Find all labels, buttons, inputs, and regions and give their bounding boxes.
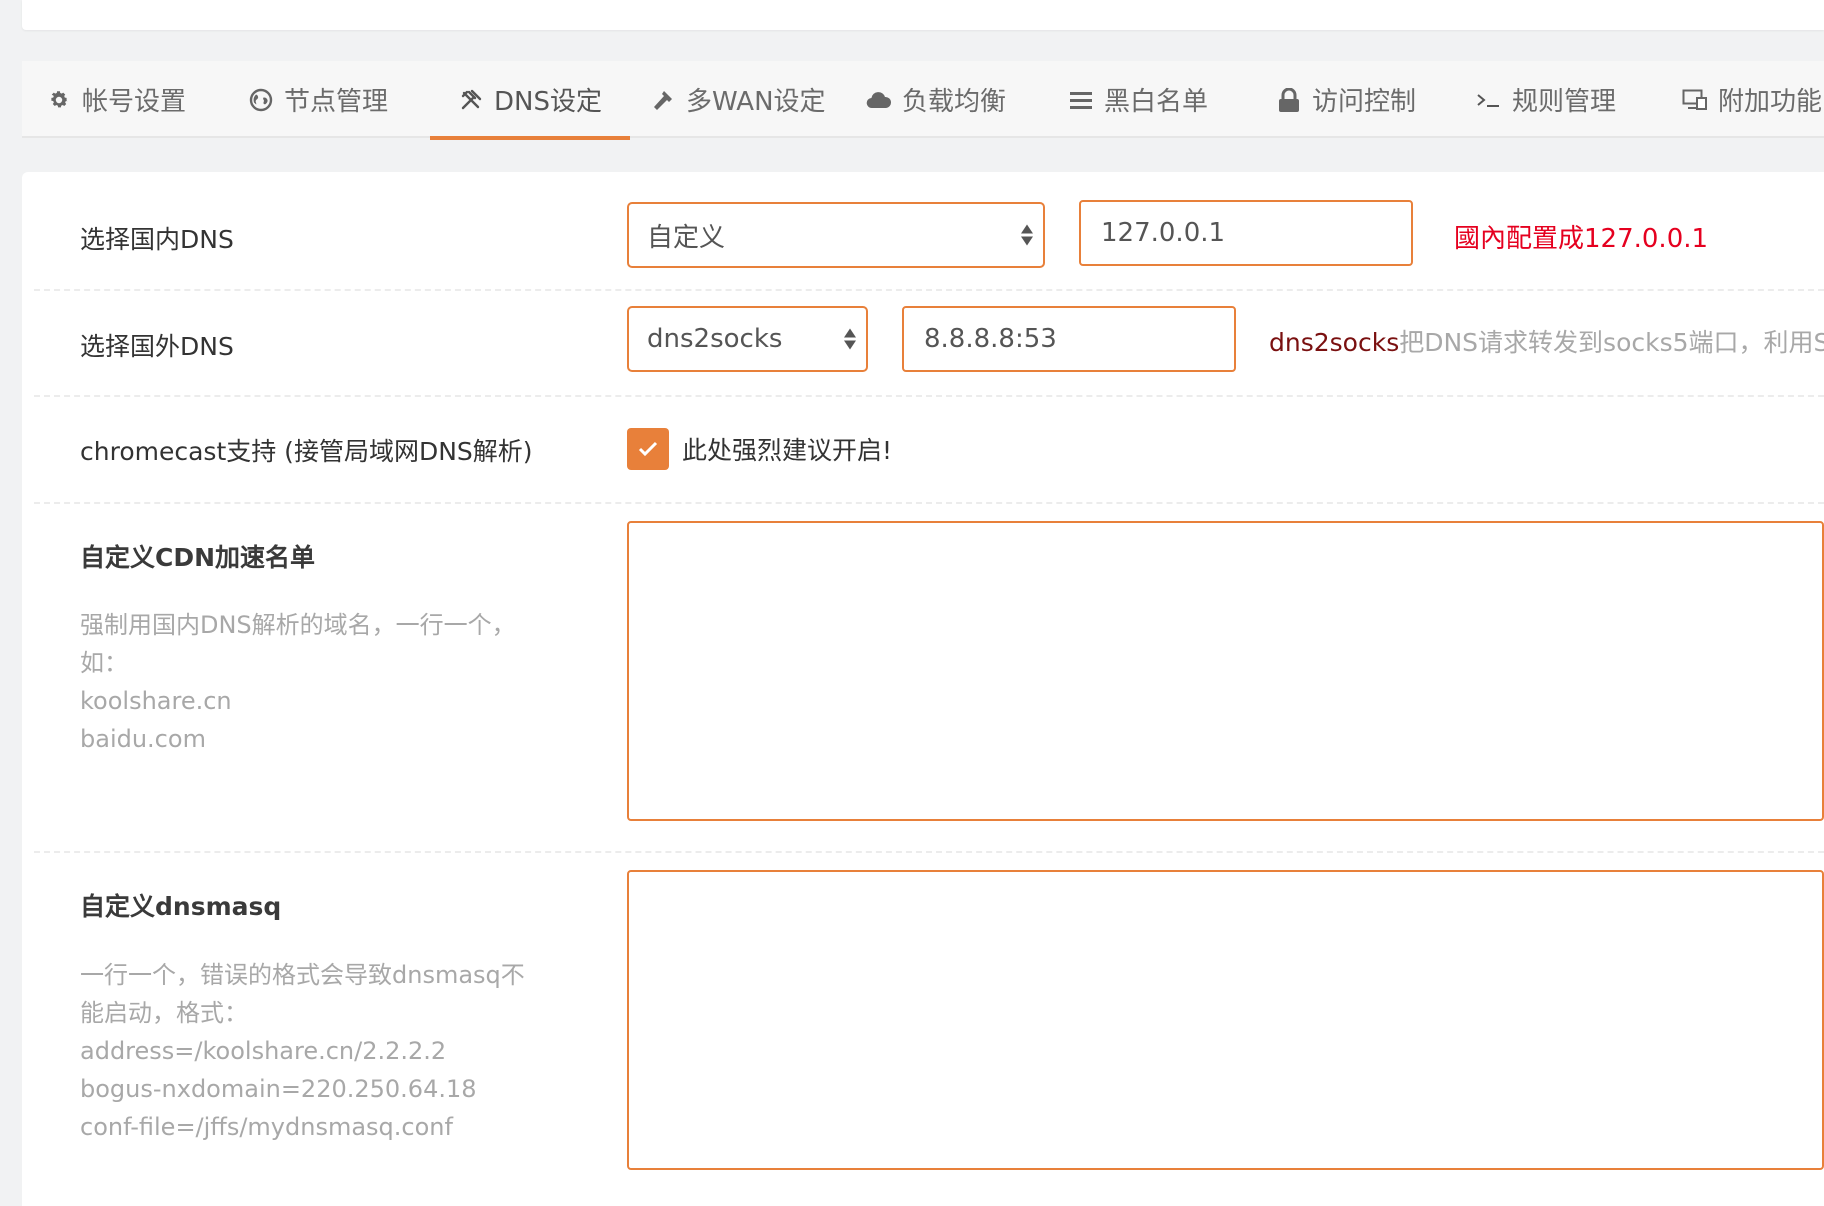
foreign-dns-note-prefix: dns2socks [1269, 328, 1400, 357]
chromecast-label: chromecast支持 (接管局域网DNS解析) [80, 437, 533, 466]
tab-extra-features[interactable]: 附加功能 [1682, 61, 1822, 138]
hint-line: 如： [80, 649, 128, 677]
cdn-list-hint: 强制用国内DNS解析的域名，一行一个， 如： koolshare.cn baid… [80, 606, 580, 758]
dns-settings-panel: 选择国内DNS 自定义 國內配置成127.0.0.1 选择国外DNS dns2s… [22, 172, 1824, 1206]
hint-line: address=/koolshare.cn/2.2.2.2 [80, 1037, 447, 1065]
hint-line: conf-file=/jffs/mydnsmasq.conf [80, 1113, 453, 1141]
foreign-dns-select[interactable]: dns2socks [627, 306, 868, 372]
tab-access-control[interactable]: 访问控制 [1276, 61, 1416, 138]
check-icon [638, 441, 658, 457]
chromecast-row: chromecast支持 (接管局域网DNS解析) 此处强烈建议开启! [34, 395, 1824, 504]
tab-label: 节点管理 [284, 87, 389, 117]
tab-account-settings[interactable]: 帐号设置 [46, 61, 186, 138]
lock-icon [1276, 87, 1302, 113]
top-card [22, 0, 1824, 30]
chromecast-checkbox[interactable] [627, 428, 669, 470]
hint-line: koolshare.cn [80, 687, 232, 715]
domestic-dns-note: 國內配置成127.0.0.1 [1454, 224, 1709, 254]
tab-label: 负载均衡 [902, 87, 1007, 117]
tab-dns-settings[interactable]: DNS设定 [430, 61, 630, 140]
tab-bar: 帐号设置 节点管理 DNS设定 多WAN设定 负载均衡 黑白名单 访问控制 规则… [22, 61, 1824, 140]
tab-label: 黑白名单 [1104, 87, 1209, 117]
tab-label: 附加功能 [1718, 87, 1823, 117]
foreign-dns-note: dns2socks把DNS请求转发到socks5端口，利用S [1269, 323, 1824, 359]
foreign-dns-input[interactable] [902, 306, 1236, 372]
domestic-dns-input[interactable] [1079, 200, 1413, 266]
foreign-dns-label: 选择国外DNS [80, 332, 234, 361]
tab-rule-management[interactable]: 规则管理 [1476, 61, 1616, 138]
cdn-list-label: 自定义CDN加速名单 [80, 543, 316, 572]
foreign-dns-row: 选择国外DNS dns2socks dns2socks把DNS请求转发到sock… [34, 289, 1824, 397]
hint-line: baidu.com [80, 725, 206, 753]
domestic-dns-row: 选择国内DNS 自定义 國內配置成127.0.0.1 [34, 172, 1824, 291]
domestic-dns-select-value: 自定义 [647, 222, 726, 253]
tab-multi-wan[interactable]: 多WAN设定 [650, 61, 826, 138]
hint-line: 能启动，格式： [80, 999, 248, 1027]
globe-icon [248, 87, 274, 113]
list-icon [1068, 87, 1094, 113]
monitor-icon [1682, 87, 1708, 113]
dnsmasq-label: 自定义dnsmasq [80, 892, 282, 921]
tab-label: 访问控制 [1312, 87, 1417, 117]
hint-line: bogus-nxdomain=220.250.64.18 [80, 1075, 477, 1103]
dnsmasq-hint: 一行一个，错误的格式会导致dnsmasq不 能启动，格式： address=/k… [80, 956, 580, 1146]
chromecast-check-text: 此处强烈建议开启! [682, 436, 893, 465]
select-arrows-icon [1021, 224, 1033, 246]
gear-icon [46, 87, 72, 113]
dnsmasq-row: 自定义dnsmasq 一行一个，错误的格式会导致dnsmasq不 能启动，格式：… [34, 851, 1824, 1206]
dnsmasq-textarea[interactable] [627, 870, 1824, 1170]
tab-label: 规则管理 [1512, 87, 1617, 117]
tab-label: DNS设定 [494, 87, 602, 117]
tab-label: 多WAN设定 [686, 87, 826, 117]
tab-node-management[interactable]: 节点管理 [248, 61, 388, 138]
select-arrows-icon [844, 328, 856, 350]
tab-black-white-list[interactable]: 黑白名单 [1068, 61, 1208, 138]
cloud-icon [866, 87, 892, 113]
domestic-dns-label: 选择国内DNS [80, 225, 234, 254]
tools-icon [458, 87, 484, 113]
domestic-dns-select[interactable]: 自定义 [627, 202, 1045, 268]
cdn-list-textarea[interactable] [627, 521, 1824, 821]
foreign-dns-select-value: dns2socks [647, 324, 783, 354]
hint-line: 强制用国内DNS解析的域名，一行一个， [80, 611, 516, 639]
terminal-icon [1476, 87, 1502, 113]
tab-load-balance[interactable]: 负载均衡 [866, 61, 1006, 138]
hammer-icon [650, 87, 676, 113]
foreign-dns-note-rest: 把DNS请求转发到socks5端口，利用S [1399, 328, 1824, 357]
cdn-list-row: 自定义CDN加速名单 强制用国内DNS解析的域名，一行一个， 如： koolsh… [34, 502, 1824, 853]
hint-line: 一行一个，错误的格式会导致dnsmasq不 [80, 961, 525, 989]
tab-label: 帐号设置 [82, 87, 187, 117]
